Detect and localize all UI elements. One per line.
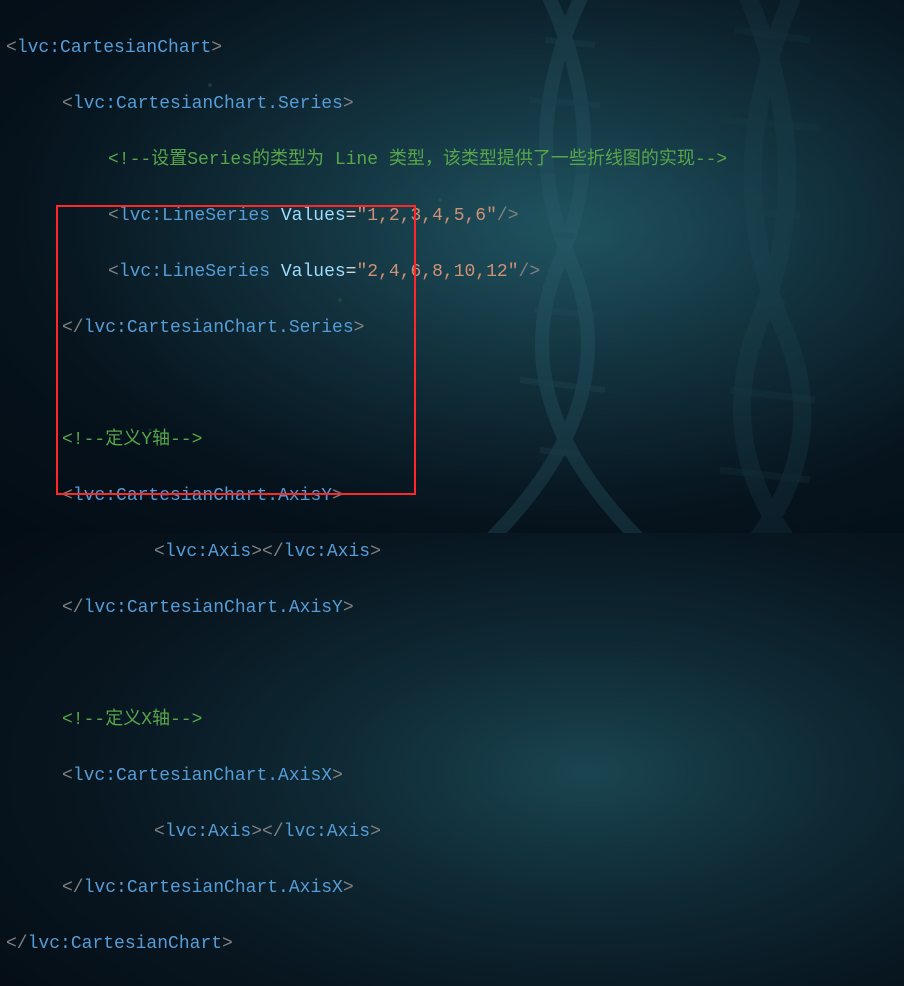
code-line: <lvc:Axis></lvc:Axis> <box>6 818 904 846</box>
code-line: <lvc:CartesianChart.AxisY> <box>6 482 904 510</box>
code-line: <lvc:Axis></lvc:Axis> <box>6 538 904 566</box>
code-line: <!--定义X轴--> <box>6 706 904 734</box>
code-line: <lvc:CartesianChart.AxisX> <box>6 762 904 790</box>
code-line: <lvc:LineSeries Values="2,4,6,8,10,12"/> <box>6 258 904 286</box>
code-line: </lvc:CartesianChart.Series> <box>6 314 904 342</box>
blank-line <box>6 370 904 398</box>
code-line: <lvc:CartesianChart.Series> <box>6 90 904 118</box>
code-line: <!--定义Y轴--> <box>6 426 904 454</box>
code-line: <lvc:CartesianChart> <box>6 34 904 62</box>
code-line: <lvc:LineSeries Values="1,2,3,4,5,6"/> <box>6 202 904 230</box>
code-editor[interactable]: <lvc:CartesianChart> <lvc:CartesianChart… <box>0 0 904 986</box>
code-line: </lvc:CartesianChart.AxisY> <box>6 594 904 622</box>
code-line: <!--设置Series的类型为 Line 类型，该类型提供了一些折线图的实现-… <box>6 146 904 174</box>
code-line: </lvc:CartesianChart.AxisX> <box>6 874 904 902</box>
code-line: </lvc:CartesianChart> <box>6 930 904 958</box>
blank-line <box>6 650 904 678</box>
